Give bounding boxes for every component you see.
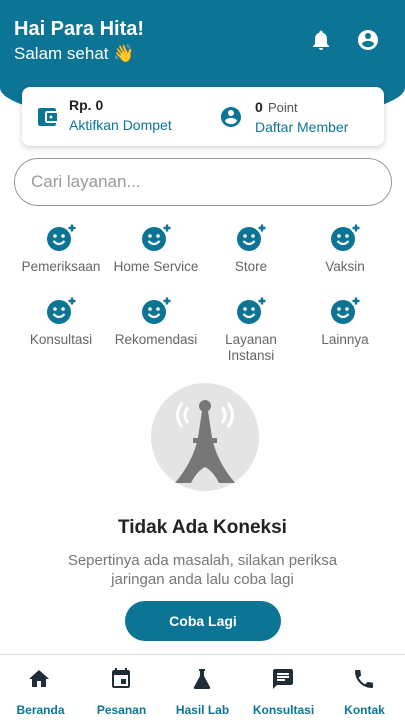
register-member-link[interactable]: Daftar Member [255,119,348,135]
member-account-icon [221,107,241,127]
face-plus-icon [142,224,171,251]
search-bar[interactable] [14,158,392,206]
nav-item-pesanan[interactable]: Pesanan [81,655,162,727]
face-plus-icon [331,297,360,324]
chat-icon [273,669,293,689]
service-lainnya[interactable]: Lainnya [297,296,393,348]
service-label: Lainnya [321,332,369,347]
bottom-navigation: Beranda Pesanan Hasil Lab Konsultasi Kon… [0,654,405,727]
nav-label: Beranda [16,703,65,717]
service-store[interactable]: Store [203,223,299,275]
empty-state-message: Sepertinya ada masalah, silakan periksa … [67,552,338,588]
service-layanan-instansi[interactable]: Layanan Instansi [203,296,299,364]
service-pemeriksaan[interactable]: Pemeriksaan [13,223,109,275]
service-home-service[interactable]: Home Service [108,223,204,275]
empty-state-title: Tidak Ada Koneksi [118,517,287,538]
greeting-title: Hai Para Hita! [14,18,145,40]
service-label: Vaksin [325,259,365,274]
face-plus-icon [237,297,266,324]
activate-wallet-link[interactable]: Aktifkan Dompet [69,117,172,133]
wallet-card: Rp. 0 Aktifkan Dompet 0 Point Daftar Mem… [22,87,384,146]
nav-item-kontak[interactable]: Kontak [324,655,405,727]
calendar-icon [112,668,130,688]
service-rekomendasi[interactable]: Rekomendasi [108,296,204,348]
nav-label: Kontak [344,703,385,717]
nav-item-beranda[interactable]: Beranda [0,655,81,727]
greeting-subtitle: Salam sehat 👋 [14,44,135,63]
service-label: Home Service [113,259,199,274]
face-plus-icon [47,297,76,324]
face-plus-icon [237,224,266,251]
service-vaksin[interactable]: Vaksin [297,223,393,275]
search-input[interactable] [31,169,371,195]
nav-label: Pesanan [96,703,147,717]
service-label: Pemeriksaan [21,259,101,274]
points-label: Point [268,100,298,115]
service-konsultasi[interactable]: Konsultasi [13,296,109,348]
radio-tower-icon [151,383,259,491]
nav-item-hasil-lab[interactable]: Hasil Lab [162,655,243,727]
face-plus-icon [142,297,171,324]
face-plus-icon [47,224,76,251]
wallet-icon [38,108,57,126]
service-label: Konsultasi [29,332,93,347]
bell-icon[interactable] [309,28,333,52]
nav-label: Hasil Lab [175,703,230,717]
service-label: Rekomendasi [114,332,198,347]
phone-icon [355,670,373,688]
flask-icon [193,669,211,689]
points-value: 0 [255,99,263,115]
face-plus-icon [331,224,360,251]
nav-item-konsultasi[interactable]: Konsultasi [243,655,324,727]
service-label: Store [234,259,268,274]
wallet-balance: Rp. 0 [69,97,104,113]
retry-button[interactable]: Coba Lagi [125,601,281,641]
nav-label: Konsultasi [252,703,315,717]
home-icon [29,670,49,687]
account-circle-icon[interactable] [356,28,380,52]
service-label: Layanan Instansi [225,332,277,363]
